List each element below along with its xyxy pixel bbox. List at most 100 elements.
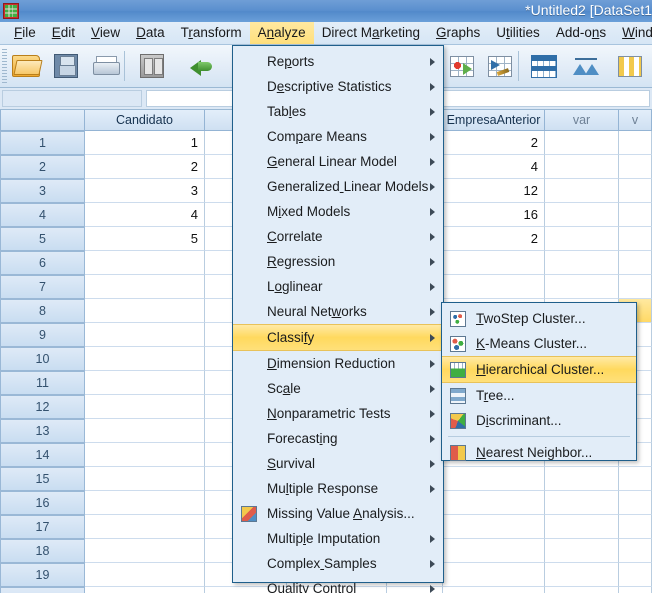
menubar-item-window[interactable]: Window: [614, 22, 652, 44]
analyze-menu-item-generalized-linear-models[interactable]: Generalized Linear Models: [233, 174, 443, 199]
open-file-button[interactable]: [10, 51, 42, 81]
data-cell[interactable]: 2: [443, 131, 545, 155]
analyze-menu-item-nonparametric-tests[interactable]: Nonparametric Tests: [233, 401, 443, 426]
classify-menu-item-twostep-cluster[interactable]: TwoStep Cluster...: [442, 306, 636, 331]
weight-cases-button[interactable]: [570, 51, 602, 81]
analyze-menu-item-reports[interactable]: Reports: [233, 49, 443, 74]
data-cell[interactable]: [443, 251, 545, 275]
data-cell[interactable]: [545, 251, 619, 275]
data-cell[interactable]: [545, 491, 619, 515]
menubar-item-view[interactable]: View: [83, 22, 128, 44]
data-cell[interactable]: [619, 251, 652, 275]
analyze-menu-item-missing-value-analysis[interactable]: Missing Value Analysis...: [233, 501, 443, 526]
data-cell[interactable]: [545, 539, 619, 563]
menubar-item-analyze[interactable]: Analyze: [249, 22, 314, 44]
grid-corner-header[interactable]: [0, 110, 85, 131]
data-cell[interactable]: 12: [443, 179, 545, 203]
analyze-menu-item-loglinear[interactable]: Loglinear: [233, 274, 443, 299]
data-cell[interactable]: [619, 539, 652, 563]
analyze-menu-item-dimension-reduction[interactable]: Dimension Reduction: [233, 351, 443, 376]
row-number[interactable]: 3: [0, 179, 85, 203]
data-cell[interactable]: [545, 563, 619, 587]
menubar-item-transform[interactable]: Transform: [173, 22, 250, 44]
analyze-menu-item-multiple-response[interactable]: Multiple Response: [233, 476, 443, 501]
row-number[interactable]: 20: [0, 587, 85, 593]
data-cell[interactable]: [443, 587, 545, 593]
row-number[interactable]: 12: [0, 395, 85, 419]
data-cell[interactable]: [545, 275, 619, 299]
row-number[interactable]: 16: [0, 491, 85, 515]
analyze-menu-item-complex-samples[interactable]: Complex Samples: [233, 551, 443, 576]
menubar-item-data[interactable]: Data: [128, 22, 173, 44]
classify-menu-item-tree[interactable]: Tree...: [442, 383, 636, 408]
analyze-menu-item-correlate[interactable]: Correlate: [233, 224, 443, 249]
menubar-item-direct-marketing[interactable]: Direct Marketing: [314, 22, 428, 44]
data-cell[interactable]: [619, 131, 652, 155]
data-cell[interactable]: [85, 587, 205, 593]
column-header-var[interactable]: var: [545, 110, 619, 131]
analyze-menu-item-scale[interactable]: Scale: [233, 376, 443, 401]
data-cell[interactable]: 4: [443, 155, 545, 179]
data-cell[interactable]: [85, 251, 205, 275]
data-cell[interactable]: 16: [443, 203, 545, 227]
analyze-menu-item-mixed-models[interactable]: Mixed Models: [233, 199, 443, 224]
data-cell[interactable]: [85, 515, 205, 539]
row-number[interactable]: 18: [0, 539, 85, 563]
data-cell[interactable]: [85, 443, 205, 467]
row-number[interactable]: 8: [0, 299, 85, 323]
data-cell[interactable]: [619, 203, 652, 227]
analyze-menu-item-forecasting[interactable]: Forecasting: [233, 426, 443, 451]
data-cell[interactable]: [85, 491, 205, 515]
row-number[interactable]: 1: [0, 131, 85, 155]
data-cell[interactable]: [85, 275, 205, 299]
row-number[interactable]: 13: [0, 419, 85, 443]
row-number[interactable]: 6: [0, 251, 85, 275]
data-cell[interactable]: [545, 131, 619, 155]
classify-menu-item-nearest-neighbor[interactable]: Nearest Neighbor...: [442, 440, 636, 465]
data-cell[interactable]: [545, 155, 619, 179]
data-cell[interactable]: [545, 587, 619, 593]
data-cell[interactable]: [85, 419, 205, 443]
analyze-menu-item-multiple-imputation[interactable]: Multiple Imputation: [233, 526, 443, 551]
data-cell[interactable]: [443, 275, 545, 299]
data-cell[interactable]: [619, 515, 652, 539]
analyze-menu-item-classify[interactable]: Classify: [233, 324, 443, 351]
data-cell[interactable]: [619, 563, 652, 587]
menubar-item-edit[interactable]: Edit: [44, 22, 83, 44]
data-cell[interactable]: [443, 467, 545, 491]
save-file-button[interactable]: [50, 51, 82, 81]
row-number[interactable]: 11: [0, 371, 85, 395]
analyze-menu-item-descriptive-statistics[interactable]: Descriptive Statistics: [233, 74, 443, 99]
classify-menu-item-discriminant[interactable]: Discriminant...: [442, 408, 636, 433]
data-cell[interactable]: [85, 539, 205, 563]
row-number[interactable]: 5: [0, 227, 85, 251]
data-cell[interactable]: [545, 515, 619, 539]
row-number[interactable]: 4: [0, 203, 85, 227]
column-header-Candidato[interactable]: Candidato: [85, 110, 205, 131]
data-cell[interactable]: [443, 491, 545, 515]
row-number[interactable]: 19: [0, 563, 85, 587]
analyze-menu-item-quality-control[interactable]: Quality Control: [233, 576, 443, 593]
data-cell[interactable]: [619, 275, 652, 299]
data-cell[interactable]: [443, 563, 545, 587]
analyze-menu-item-tables[interactable]: Tables: [233, 99, 443, 124]
row-number[interactable]: 17: [0, 515, 85, 539]
data-cell[interactable]: [85, 395, 205, 419]
data-cell[interactable]: [545, 227, 619, 251]
print-button[interactable]: [90, 51, 122, 81]
goto-variable-button[interactable]: [484, 51, 516, 81]
data-cell[interactable]: [619, 491, 652, 515]
row-number[interactable]: 9: [0, 323, 85, 347]
data-cell[interactable]: [85, 467, 205, 491]
menubar-item-file[interactable]: File: [6, 22, 44, 44]
data-cell[interactable]: 3: [85, 179, 205, 203]
goto-case-button[interactable]: [446, 51, 478, 81]
data-cell[interactable]: [619, 587, 652, 593]
row-number[interactable]: 2: [0, 155, 85, 179]
data-cell[interactable]: [619, 227, 652, 251]
row-number[interactable]: 10: [0, 347, 85, 371]
row-number[interactable]: 7: [0, 275, 85, 299]
data-cell[interactable]: [545, 203, 619, 227]
menubar-item-utilities[interactable]: Utilities: [488, 22, 548, 44]
data-cell[interactable]: 2: [443, 227, 545, 251]
